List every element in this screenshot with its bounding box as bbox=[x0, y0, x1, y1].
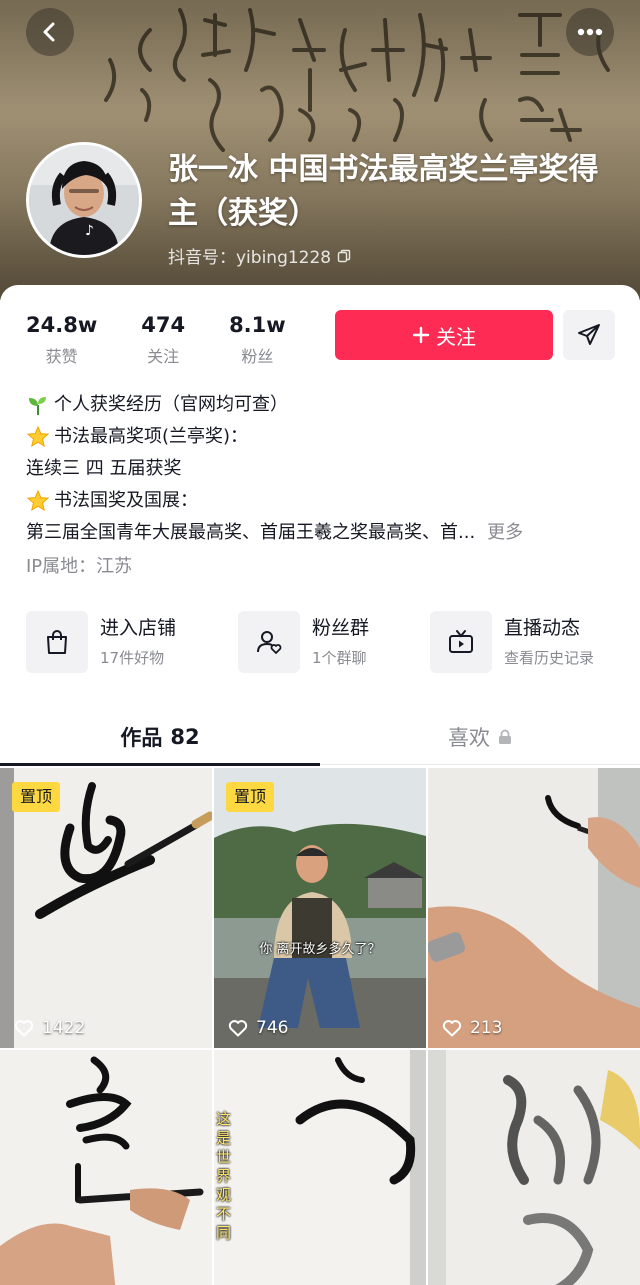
tab-works[interactable]: 作品 82 bbox=[0, 709, 320, 766]
shortcut-icon-box bbox=[26, 611, 88, 673]
bio-line: 个人获奖经历（官网均可查） bbox=[26, 389, 616, 421]
shortcut-icon-box bbox=[430, 611, 492, 673]
shortcut-title: 进入店铺 bbox=[100, 617, 177, 639]
tab-likes-label: 喜欢 bbox=[448, 726, 490, 750]
video-thumbnail[interactable]: 置顶 1422 bbox=[0, 768, 212, 1048]
calligraphy-thumbnail-image bbox=[214, 1050, 426, 1285]
profile-banner: ♪ 张一冰 中国书法最高奖兰亭奖得主（获奖） 抖音号：yibing1228 bbox=[0, 0, 640, 300]
bio-text: 书法国奖及国展： bbox=[54, 490, 198, 511]
follow-button[interactable]: 关注 bbox=[335, 310, 553, 360]
tab-likes[interactable]: 喜欢 bbox=[320, 709, 640, 765]
bio-text: 连续三 四 五届获奖 bbox=[26, 458, 182, 479]
more-options-button[interactable] bbox=[566, 8, 614, 56]
tv-icon bbox=[449, 630, 473, 653]
video-thumbnail[interactable] bbox=[428, 1050, 640, 1285]
video-thumbnail[interactable]: 213 bbox=[428, 768, 640, 1048]
heart-icon bbox=[228, 1020, 248, 1037]
bio-line: 书法最高奖项(兰亭奖)： bbox=[26, 421, 616, 453]
calligraphy-thumbnail-image bbox=[0, 1050, 212, 1285]
bio-line: 书法国奖及国展： bbox=[26, 485, 616, 517]
bio-line: 第三届全国青年大展最高奖、首届王羲之奖最高奖、首... 更多 bbox=[26, 517, 616, 549]
writing-hand-thumbnail-image bbox=[428, 768, 640, 1048]
bio-line: 连续三 四 五届获奖 bbox=[26, 453, 616, 485]
stat-value: 474 bbox=[141, 313, 186, 337]
shopping-bag-icon bbox=[47, 630, 67, 654]
plus-icon bbox=[412, 326, 430, 344]
star-icon bbox=[26, 489, 50, 512]
douyin-id-text: 抖音号：yibing1228 bbox=[168, 248, 332, 268]
calligraphy-thumbnail-image bbox=[428, 1050, 640, 1285]
share-button[interactable] bbox=[563, 310, 615, 360]
video-like-count: 213 bbox=[442, 1018, 502, 1038]
stat-likes[interactable]: 24.8w 获赞 bbox=[26, 313, 97, 367]
shortcut-subtitle: 查看历史记录 bbox=[504, 649, 595, 667]
avatar[interactable]: ♪ bbox=[26, 142, 142, 258]
pinned-badge: 置顶 bbox=[226, 782, 275, 812]
like-count-text: 1422 bbox=[42, 1018, 86, 1038]
video-subtitle: 你 离开故乡多久了？ bbox=[259, 942, 381, 957]
video-like-count: 1422 bbox=[14, 1018, 85, 1038]
bio-more-link[interactable]: 更多 bbox=[487, 517, 523, 549]
svg-text:♪: ♪ bbox=[85, 223, 94, 239]
like-count-text: 746 bbox=[256, 1018, 289, 1038]
stat-label: 粉丝 bbox=[241, 347, 274, 366]
pinned-badge: 置顶 bbox=[12, 782, 61, 812]
stat-value: 24.8w bbox=[26, 313, 98, 337]
shortcut-row: 进入店铺 17件好物 粉丝群 1个群聊 直播动态 查看历史记录 bbox=[26, 611, 626, 673]
douyin-id[interactable]: 抖音号：yibing1228 bbox=[168, 243, 351, 268]
bio-text: 个人获奖经历（官网均可查） bbox=[54, 394, 288, 415]
stat-following[interactable]: 474 关注 bbox=[141, 313, 185, 367]
shop-entry[interactable]: 进入店铺 17件好物 bbox=[26, 611, 176, 673]
like-count-text: 213 bbox=[470, 1018, 503, 1038]
back-button[interactable] bbox=[26, 8, 74, 56]
stat-value: 8.1w bbox=[229, 313, 286, 337]
tab-works-count: 82 bbox=[170, 725, 200, 749]
video-thumbnail[interactable]: 置顶 你 离开故乡多久了？ 746 bbox=[214, 768, 426, 1048]
video-thumbnail[interactable] bbox=[0, 1050, 212, 1285]
live-history-entry[interactable]: 直播动态 查看历史记录 bbox=[430, 611, 594, 673]
send-icon bbox=[578, 324, 600, 345]
profile-nickname: 张一冰 中国书法最高奖兰亭奖得主（获奖） bbox=[168, 152, 599, 231]
copy-icon[interactable] bbox=[337, 249, 351, 263]
shortcut-title: 粉丝群 bbox=[312, 617, 370, 639]
bio: 个人获奖经历（官网均可查） 书法最高奖项(兰亭奖)： 连续三 四 五届获奖 书法… bbox=[26, 389, 616, 583]
heart-icon bbox=[442, 1020, 462, 1037]
ip-location: IP属地：江苏 bbox=[26, 556, 133, 577]
stat-label: 关注 bbox=[147, 347, 180, 366]
tab-works-label: 作品 bbox=[120, 726, 163, 750]
bio-text: 第三届全国青年大展最高奖、首届王羲之奖最高奖、首... bbox=[26, 522, 476, 543]
ellipsis-icon bbox=[577, 28, 603, 36]
stats-row: 24.8w 获赞 474 关注 8.1w 粉丝 bbox=[26, 313, 286, 367]
heart-icon bbox=[14, 1020, 34, 1037]
video-thumbnail[interactable]: 这是世界观不同 bbox=[214, 1050, 426, 1285]
bio-text: 书法最高奖项(兰亭奖)： bbox=[54, 426, 249, 447]
seedling-icon bbox=[29, 397, 46, 415]
shortcut-subtitle: 1个群聊 bbox=[312, 649, 367, 667]
shortcut-icon-box bbox=[238, 611, 300, 673]
video-like-count: 746 bbox=[228, 1018, 288, 1038]
star-icon bbox=[26, 425, 50, 448]
video-caption: 这是世界观不同 bbox=[216, 1110, 232, 1242]
shortcut-subtitle: 17件好物 bbox=[100, 649, 165, 667]
stat-followers[interactable]: 8.1w 粉丝 bbox=[229, 313, 286, 367]
fan-group-icon bbox=[257, 631, 282, 654]
follow-button-label: 关注 bbox=[436, 324, 476, 349]
avatar-portrait-image: ♪ bbox=[29, 145, 139, 255]
content-tabs: 作品 82 喜欢 bbox=[0, 709, 640, 766]
shortcut-title: 直播动态 bbox=[504, 617, 581, 639]
lock-icon bbox=[499, 729, 511, 744]
chevron-left-icon bbox=[43, 22, 55, 42]
profile-card: 24.8w 获赞 474 关注 8.1w 粉丝 关注 个人获奖经历（官网均可查）… bbox=[0, 285, 640, 1285]
stat-label: 获赞 bbox=[45, 347, 78, 366]
fan-group-entry[interactable]: 粉丝群 1个群聊 bbox=[238, 611, 369, 673]
